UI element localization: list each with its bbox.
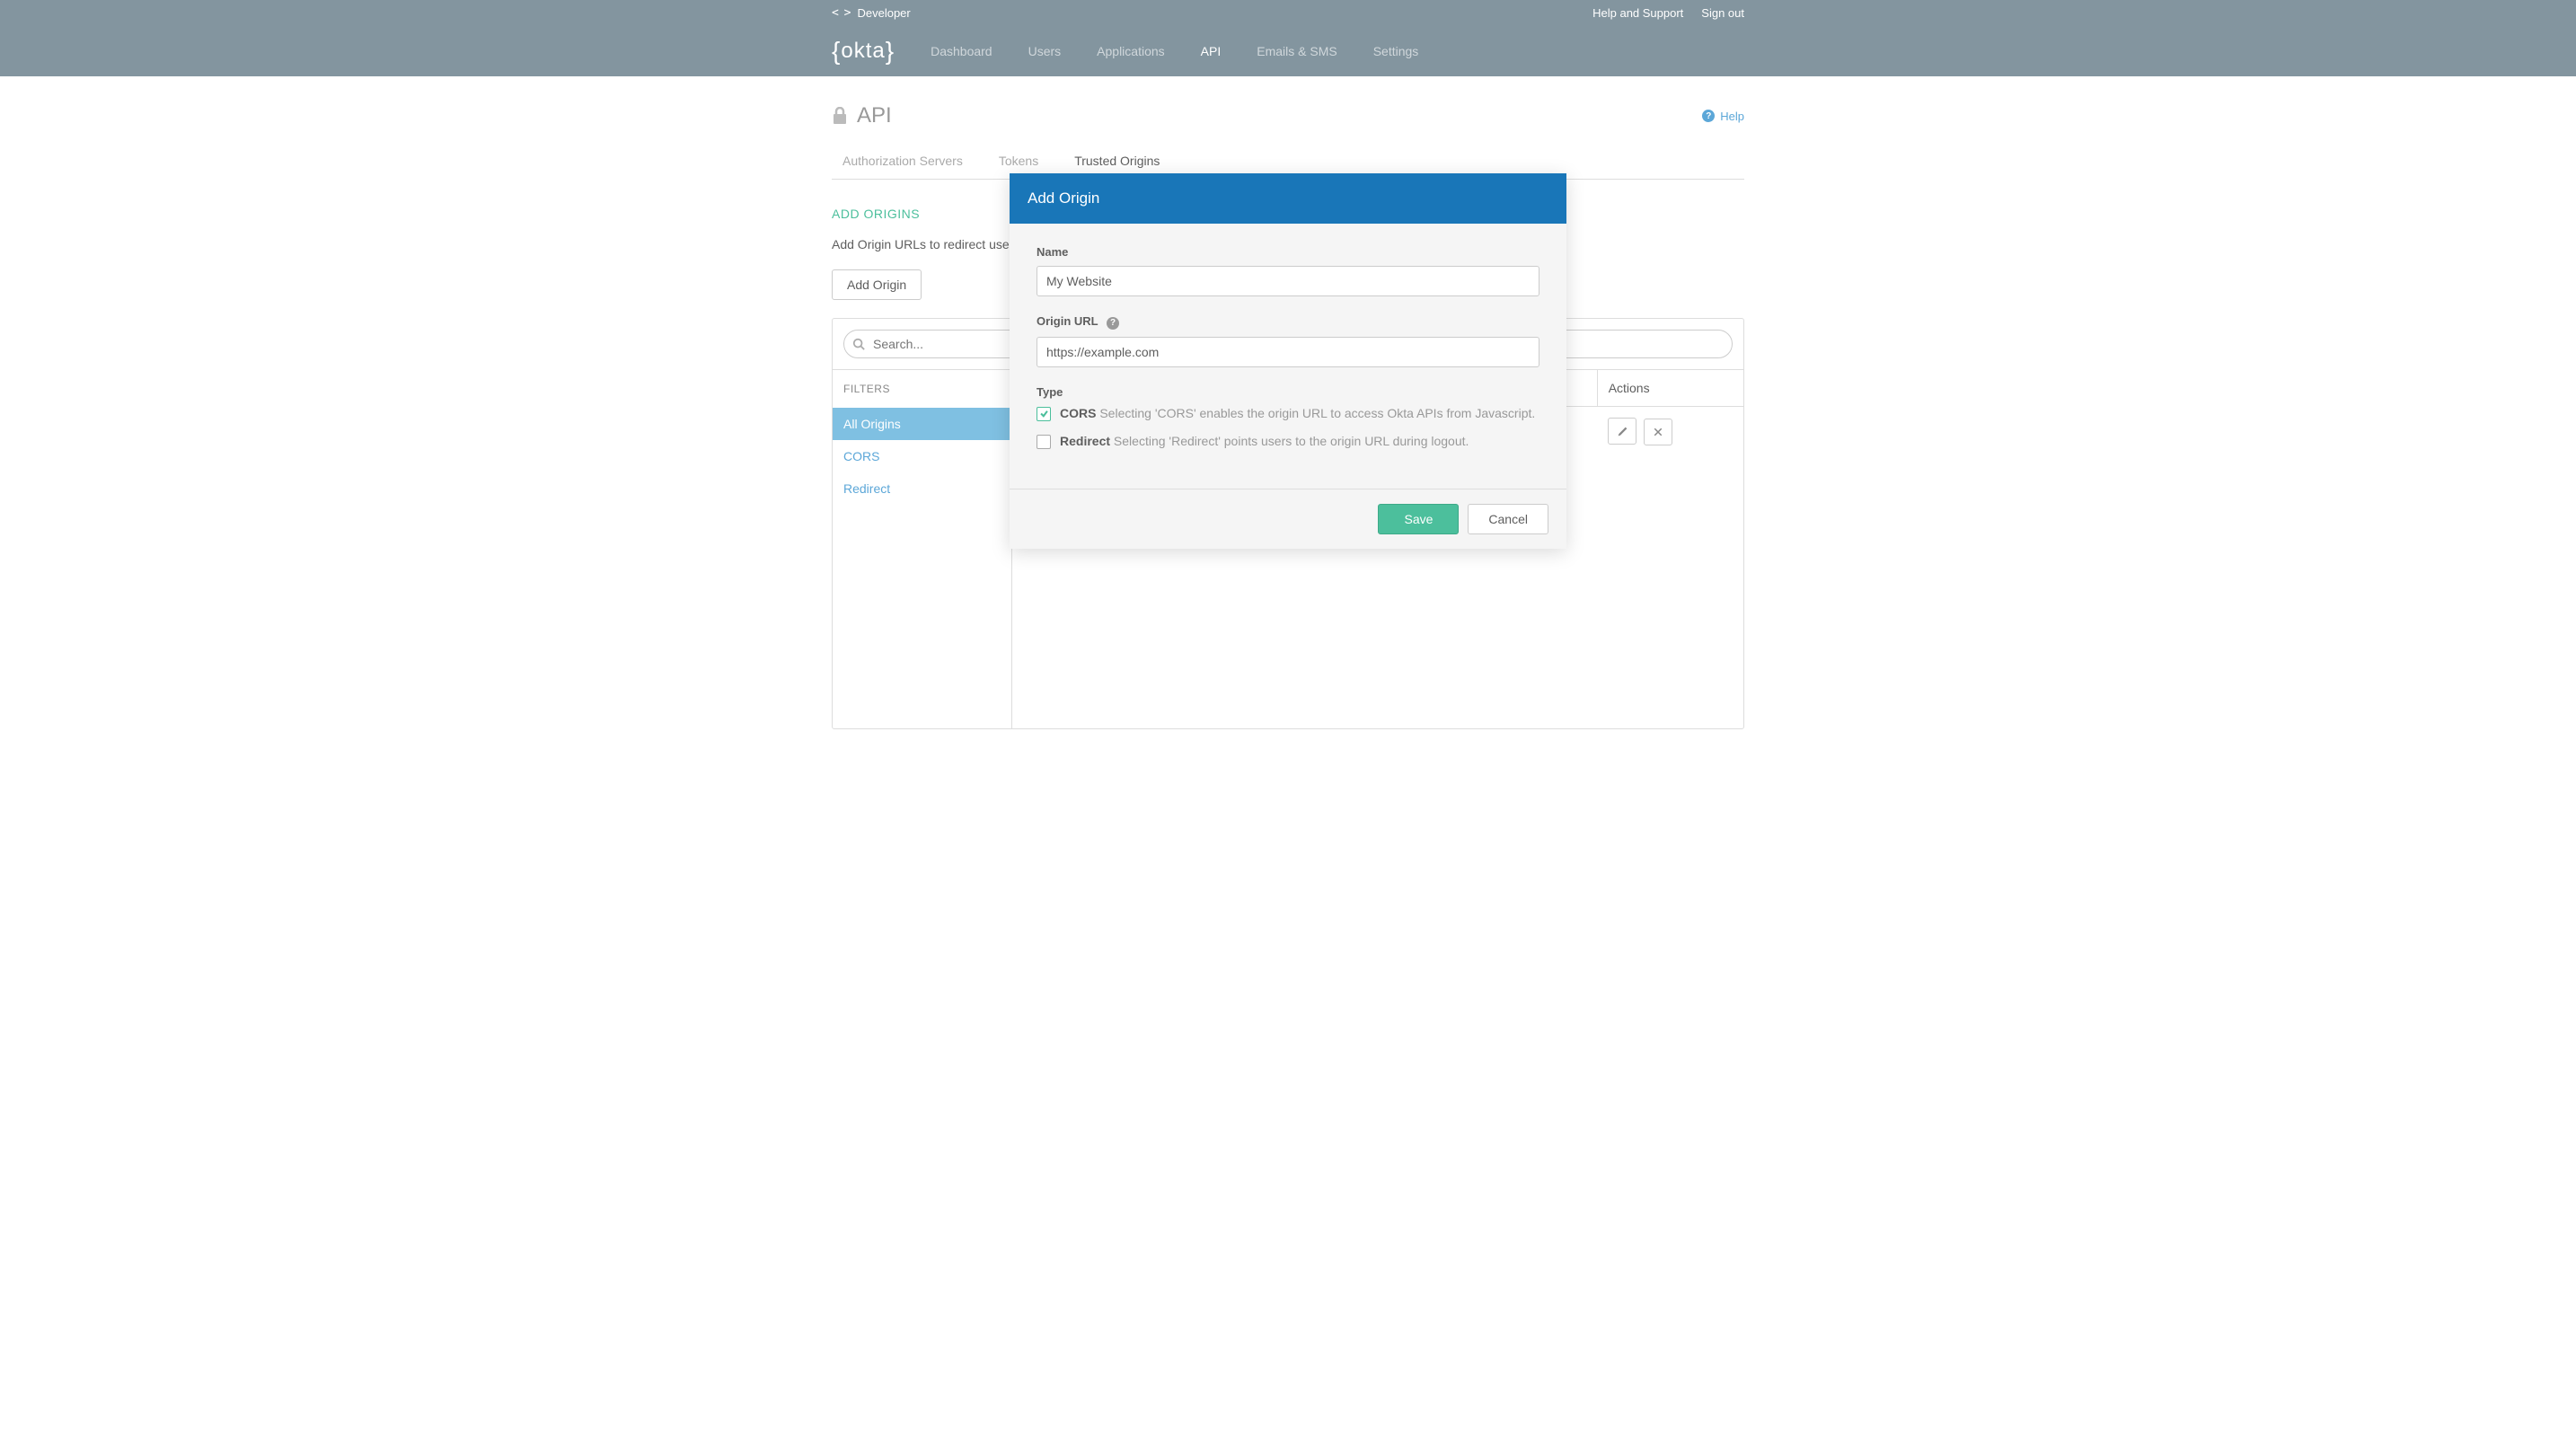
add-origin-modal: Add Origin Name Origin URL ? Type CORS S… bbox=[1010, 173, 1566, 549]
close-icon bbox=[1653, 427, 1663, 437]
col-actions: Actions bbox=[1597, 370, 1743, 407]
add-origin-button[interactable]: Add Origin bbox=[832, 269, 922, 300]
check-icon bbox=[1039, 409, 1049, 419]
filter-all-origins[interactable]: All Origins bbox=[833, 408, 1011, 440]
cors-checkbox[interactable] bbox=[1037, 407, 1051, 421]
code-icon: < > bbox=[832, 6, 850, 20]
save-button[interactable]: Save bbox=[1378, 504, 1459, 534]
logo: {okta} bbox=[832, 37, 895, 66]
redirect-option-label: Redirect Selecting 'Redirect' points use… bbox=[1060, 434, 1469, 448]
filter-cors[interactable]: CORS bbox=[833, 440, 1011, 472]
tab-tokens[interactable]: Tokens bbox=[999, 154, 1038, 168]
filter-redirect[interactable]: Redirect bbox=[833, 472, 1011, 505]
search-icon bbox=[852, 338, 865, 350]
lock-icon bbox=[832, 107, 848, 125]
help-support-link[interactable]: Help and Support bbox=[1592, 6, 1683, 20]
help-link[interactable]: ? Help bbox=[1702, 110, 1744, 123]
cancel-button[interactable]: Cancel bbox=[1468, 504, 1548, 534]
help-icon[interactable]: ? bbox=[1107, 317, 1119, 330]
page-title: API bbox=[857, 103, 892, 128]
name-input[interactable] bbox=[1037, 266, 1539, 296]
delete-button[interactable] bbox=[1644, 419, 1672, 445]
nav-api[interactable]: API bbox=[1201, 44, 1222, 58]
developer-link[interactable]: Developer bbox=[857, 6, 910, 20]
cors-option-label: CORS Selecting 'CORS' enables the origin… bbox=[1060, 406, 1535, 420]
modal-title: Add Origin bbox=[1010, 173, 1566, 224]
pencil-icon bbox=[1617, 426, 1628, 437]
nav-dashboard[interactable]: Dashboard bbox=[931, 44, 992, 58]
topbar: < > Developer Help and Support Sign out bbox=[0, 0, 2576, 25]
origin-url-label: Origin URL ? bbox=[1037, 314, 1539, 330]
edit-button[interactable] bbox=[1608, 418, 1636, 445]
signout-link[interactable]: Sign out bbox=[1701, 6, 1744, 20]
navbar: {okta} Dashboard Users Applications API … bbox=[0, 25, 2576, 76]
help-icon: ? bbox=[1702, 110, 1715, 122]
nav-emails[interactable]: Emails & SMS bbox=[1257, 44, 1337, 58]
nav-applications[interactable]: Applications bbox=[1097, 44, 1165, 58]
name-label: Name bbox=[1037, 245, 1539, 259]
origin-url-input[interactable] bbox=[1037, 337, 1539, 367]
tab-trusted-origins[interactable]: Trusted Origins bbox=[1074, 154, 1160, 168]
type-label: Type bbox=[1037, 385, 1539, 399]
tab-authorization-servers[interactable]: Authorization Servers bbox=[842, 154, 963, 168]
filters-title: FILTERS bbox=[833, 370, 1011, 408]
redirect-checkbox[interactable] bbox=[1037, 435, 1051, 449]
nav-settings[interactable]: Settings bbox=[1373, 44, 1419, 58]
nav-users[interactable]: Users bbox=[1028, 44, 1062, 58]
